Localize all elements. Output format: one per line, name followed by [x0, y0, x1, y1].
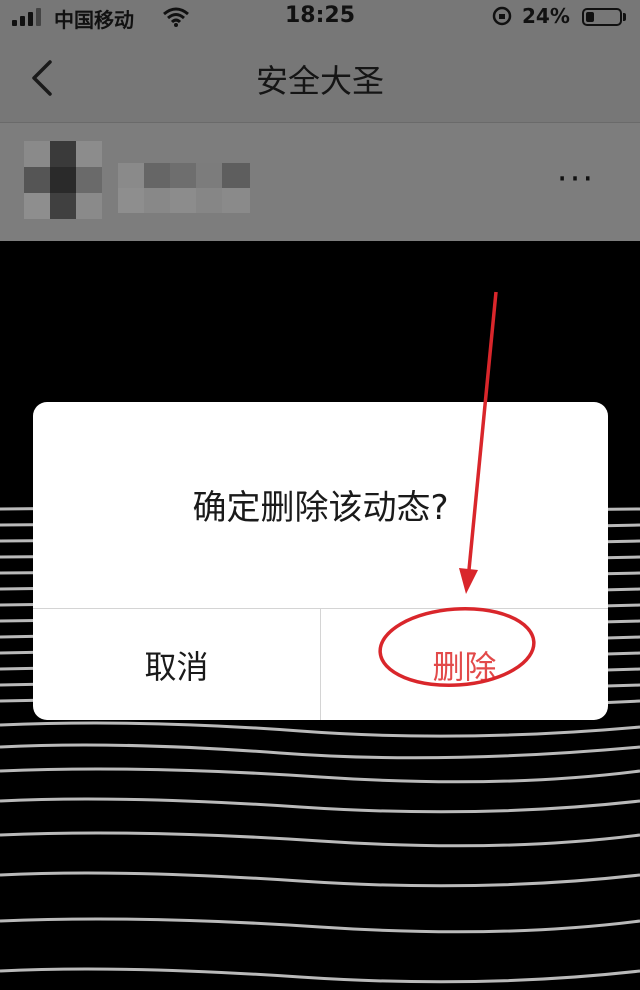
status-bar: 中国移动 18:25 24%: [0, 0, 640, 34]
battery-percentage: 24%: [522, 4, 570, 28]
battery-tip: [623, 13, 626, 21]
avatar[interactable]: [24, 141, 102, 219]
battery-fill: [586, 12, 594, 22]
post-header: ···: [0, 123, 640, 241]
more-options-button[interactable]: ···: [548, 162, 604, 197]
confirm-delete-dialog: 确定删除该动态? 取消 删除: [33, 402, 608, 720]
battery-icon: [582, 8, 622, 26]
delete-button[interactable]: 删除: [321, 609, 608, 720]
rotation-lock-icon: [492, 6, 512, 26]
dialog-message: 确定删除该动态?: [192, 488, 449, 528]
username-blurred: [118, 163, 250, 213]
cancel-button[interactable]: 取消: [33, 609, 320, 720]
page-title: 安全大圣: [255, 62, 384, 100]
nav-bar: 安全大圣: [0, 34, 640, 123]
